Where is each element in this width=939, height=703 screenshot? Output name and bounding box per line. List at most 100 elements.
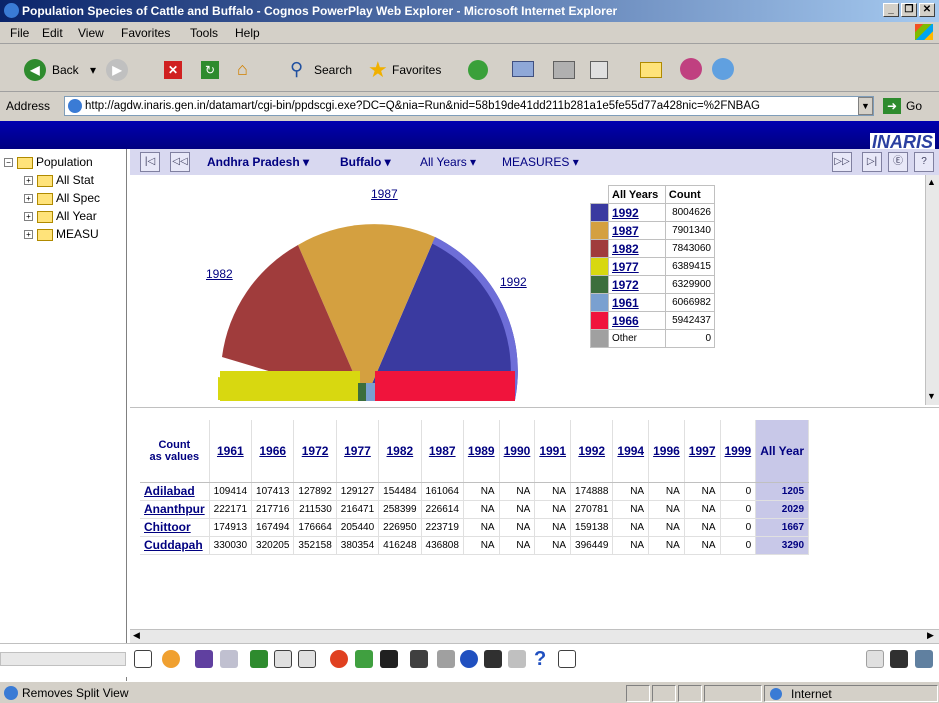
column-header[interactable]: 1972 xyxy=(293,420,337,483)
address-dropdown-icon[interactable]: ▼ xyxy=(858,97,873,115)
legend-link[interactable]: 1966 xyxy=(612,314,639,328)
tree-root[interactable]: − Population xyxy=(4,155,93,169)
back-arrow-icon[interactable]: ◀ xyxy=(24,59,46,81)
print-icon[interactable] xyxy=(553,61,575,79)
years-dropdown[interactable]: All Years ▾ xyxy=(420,155,476,169)
go-button[interactable]: Go xyxy=(906,99,922,113)
column-header[interactable]: 1982 xyxy=(378,420,422,483)
pie-slice-1961[interactable] xyxy=(366,383,376,401)
go-arrow-icon[interactable]: ➜ xyxy=(883,98,901,114)
pie-label-1982[interactable]: 1982 xyxy=(206,267,233,281)
favorites-button[interactable]: Favorites xyxy=(392,59,441,81)
menu-favorites[interactable]: Favorites xyxy=(121,26,170,40)
help-icon[interactable]: ? xyxy=(914,152,934,172)
corner-header[interactable]: Count as values xyxy=(140,420,210,483)
legend-label[interactable]: 1961 xyxy=(608,293,666,312)
messenger-icon[interactable] xyxy=(680,58,702,80)
explain-icon[interactable]: Ⓔ xyxy=(888,152,908,172)
legend-label[interactable]: 1982 xyxy=(608,239,666,258)
scroll-left-icon[interactable]: ◀ xyxy=(133,630,140,641)
crosstab-view-icon[interactable] xyxy=(134,650,152,668)
tree-item-all-states[interactable]: + All Stat xyxy=(24,173,94,187)
tree-item-measures[interactable]: + MEASU xyxy=(24,227,99,241)
msn-butterfly-icon[interactable] xyxy=(712,58,734,80)
column-header[interactable]: 1989 xyxy=(463,420,500,483)
state-dropdown[interactable]: Andhra Pradesh ▾ xyxy=(207,155,309,169)
hide-zero-icon[interactable] xyxy=(330,650,348,668)
favorites-star-icon[interactable]: ★ xyxy=(368,57,388,83)
find-icon[interactable] xyxy=(484,650,502,668)
edit-icon[interactable] xyxy=(590,61,608,79)
bar-chart-icon[interactable] xyxy=(195,650,213,668)
row-header[interactable]: Adilabad xyxy=(140,482,210,501)
column-header[interactable]: 1997 xyxy=(684,420,721,483)
rank-icon[interactable] xyxy=(380,650,398,668)
column-header[interactable]: 1991 xyxy=(534,420,572,483)
pie-label-1992[interactable]: 1992 xyxy=(500,275,527,289)
back-dropdown-icon[interactable]: ▾ xyxy=(90,59,96,81)
menu-view[interactable]: View xyxy=(78,26,104,40)
row-header[interactable]: Chittoor xyxy=(140,518,210,537)
column-header[interactable]: 1994 xyxy=(612,420,650,483)
search-icon[interactable]: ⚲ xyxy=(290,59,303,79)
maximize-button[interactable]: ❐ xyxy=(901,3,917,17)
explain-tool-icon[interactable] xyxy=(437,650,455,668)
stop-icon[interactable]: ✕ xyxy=(164,61,182,79)
legend-label[interactable]: 1992 xyxy=(608,203,666,222)
tree-item-all-species[interactable]: + All Spec xyxy=(24,191,100,205)
legend-label[interactable]: 1966 xyxy=(608,311,666,330)
first-page-icon[interactable]: |◁ xyxy=(140,152,160,172)
column-header[interactable]: 1977 xyxy=(336,420,380,483)
measures-dropdown[interactable]: MEASURES ▾ xyxy=(502,155,579,169)
prev-page-icon[interactable]: ◁◁ xyxy=(170,152,190,172)
swap-rows-columns-icon[interactable] xyxy=(274,650,292,668)
menu-edit[interactable]: Edit xyxy=(42,26,63,40)
column-header[interactable]: 1992 xyxy=(570,420,614,483)
indent-icon[interactable] xyxy=(298,650,316,668)
pie-slice-1966[interactable] xyxy=(375,371,515,401)
chart-vertical-scrollbar[interactable]: ▲ ▼ xyxy=(925,175,939,405)
report-page-icon[interactable] xyxy=(558,650,576,668)
history-icon[interactable] xyxy=(468,60,488,80)
row-header[interactable]: Cuddapah xyxy=(140,536,210,555)
menu-file[interactable]: File xyxy=(10,26,29,40)
search-button[interactable]: Search xyxy=(314,59,352,81)
info-icon[interactable] xyxy=(460,650,478,668)
legend-link[interactable]: 1977 xyxy=(612,260,639,274)
minimize-button[interactable]: _ xyxy=(883,3,899,17)
column-header[interactable]: 1990 xyxy=(499,420,536,483)
home-icon[interactable]: ⌂ xyxy=(237,59,259,79)
legend-link[interactable]: 1972 xyxy=(612,278,639,292)
folder-icon[interactable] xyxy=(640,62,662,78)
mail-icon[interactable] xyxy=(512,61,534,77)
book-icon[interactable] xyxy=(410,650,428,668)
legend-label[interactable]: 1987 xyxy=(608,221,666,240)
scroll-up-icon[interactable]: ▲ xyxy=(927,177,936,187)
scroll-down-icon[interactable]: ▼ xyxy=(927,391,936,401)
row-header[interactable]: Ananthpur xyxy=(140,500,210,519)
filter-icon[interactable] xyxy=(508,650,526,668)
export-excel-icon[interactable] xyxy=(250,650,268,668)
pie-slice-1977-band[interactable] xyxy=(220,371,360,401)
legend-link[interactable]: 1982 xyxy=(612,242,639,256)
legend-label[interactable]: Other xyxy=(608,329,666,348)
print-report-icon[interactable] xyxy=(890,650,908,668)
column-header[interactable]: 1999 xyxy=(720,420,757,483)
column-header[interactable]: 1996 xyxy=(648,420,685,483)
column-header[interactable]: 1987 xyxy=(421,420,464,483)
forward-arrow-icon[interactable]: ▶ xyxy=(106,59,128,81)
crosstab-horizontal-scrollbar[interactable]: ◀ ▶ xyxy=(130,629,939,643)
total-column-header[interactable]: All Year xyxy=(755,420,810,483)
menu-help[interactable]: Help xyxy=(235,26,260,40)
legend-link[interactable]: 1992 xyxy=(612,206,639,220)
tree-item-all-years[interactable]: + All Year xyxy=(24,209,97,223)
column-header[interactable]: 1966 xyxy=(251,420,295,483)
help-question-icon[interactable]: ? xyxy=(534,649,552,669)
back-button[interactable]: Back xyxy=(52,59,79,81)
legend-link[interactable]: 1961 xyxy=(612,296,639,310)
close-button[interactable]: ✕ xyxy=(919,3,935,17)
hide-toolbar-icon[interactable] xyxy=(866,650,884,668)
layout-icon[interactable] xyxy=(220,650,238,668)
scroll-right-icon[interactable]: ▶ xyxy=(927,630,934,641)
last-page-icon[interactable]: ▷| xyxy=(862,152,882,172)
